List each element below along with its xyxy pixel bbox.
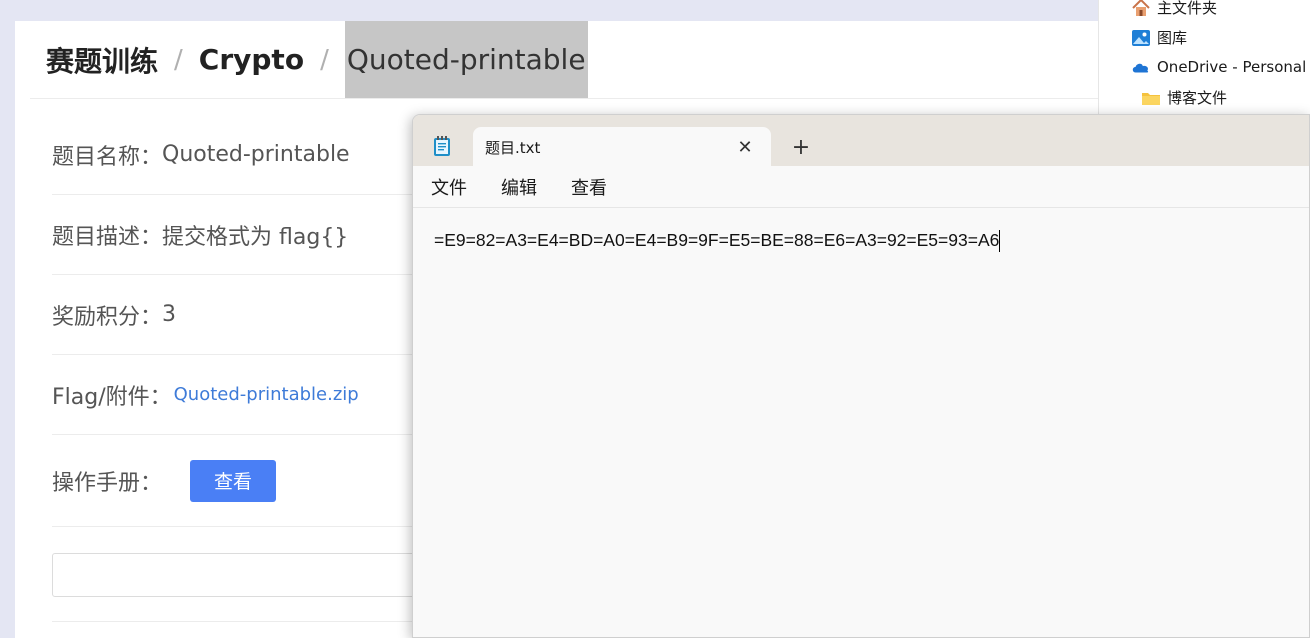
view-manual-button[interactable]: 查看 — [190, 459, 277, 502]
editor-text: =E9=82=A3=E4=BD=A0=E4=B9=9F=E5=BE=88=E6=… — [434, 230, 1000, 250]
file-explorer-nav-pane: 主文件夹 图库 OneDrive - Personal 博客文件 — [1098, 0, 1310, 115]
new-tab-button[interactable]: + — [789, 135, 813, 160]
notepad-window: 题目.txt ✕ + 文件 编辑 查看 =E9=82=A3=E4=BD=A0=E… — [412, 114, 1310, 638]
nav-item-label: 博客文件 — [1167, 89, 1228, 107]
breadcrumb-separator: / — [174, 44, 183, 75]
menu-view[interactable]: 查看 — [571, 174, 607, 200]
reward-score-value: 3 — [162, 302, 177, 327]
editor-content[interactable]: =E9=82=A3=E4=BD=A0=E4=B9=9F=E5=BE=88=E6=… — [434, 230, 1001, 253]
nav-item-label: OneDrive - Personal — [1157, 58, 1307, 76]
folder-icon — [1141, 88, 1161, 108]
challenge-name-value: Quoted-printable — [162, 142, 350, 167]
tab-bar: 题目.txt ✕ + — [413, 115, 1309, 167]
nav-item-label: 主文件夹 — [1157, 0, 1218, 17]
flag-input[interactable] — [52, 553, 472, 597]
nav-item-home[interactable]: 主文件夹 — [1131, 0, 1217, 18]
text-editor-area[interactable]: =E9=82=A3=E4=BD=A0=E4=B9=9F=E5=BE=88=E6=… — [413, 208, 1309, 637]
menu-bar: 文件 编辑 查看 — [413, 166, 1309, 208]
divider — [30, 98, 1115, 99]
breadcrumb: 赛题训练 / Crypto / Quoted-printable — [15, 21, 588, 98]
breadcrumb-item-training[interactable]: 赛题训练 — [46, 40, 158, 80]
attachment-label: Flag/附件： — [52, 384, 172, 410]
attachment-download-link[interactable]: Quoted-printable.zip — [174, 384, 359, 405]
notepad-app-icon — [433, 135, 451, 157]
challenge-description-label: 题目描述： — [52, 224, 163, 250]
breadcrumb-item-current: Quoted-printable — [344, 21, 588, 98]
onedrive-cloud-icon — [1131, 57, 1151, 77]
tab-document[interactable]: 题目.txt ✕ — [473, 127, 771, 167]
gallery-icon — [1131, 28, 1151, 48]
nav-item-label: 图库 — [1157, 29, 1188, 47]
menu-edit[interactable]: 编辑 — [501, 174, 537, 200]
close-tab-icon[interactable]: ✕ — [733, 135, 757, 159]
challenge-name-label: 题目名称： — [52, 144, 163, 170]
nav-item-blog-folder[interactable]: 博客文件 — [1141, 87, 1227, 108]
reward-score-label: 奖励积分： — [52, 304, 163, 330]
home-icon — [1131, 0, 1151, 18]
challenge-description-value: 提交格式为 flag{} — [162, 224, 349, 250]
menu-file[interactable]: 文件 — [431, 174, 467, 200]
breadcrumb-item-crypto[interactable]: Crypto — [199, 43, 304, 76]
breadcrumb-separator: / — [320, 44, 329, 75]
nav-item-onedrive[interactable]: OneDrive - Personal — [1131, 57, 1306, 77]
manual-label: 操作手册： — [52, 470, 163, 496]
nav-item-gallery[interactable]: 图库 — [1131, 27, 1187, 48]
text-caret — [999, 230, 1001, 253]
tab-title: 题目.txt — [485, 138, 541, 157]
